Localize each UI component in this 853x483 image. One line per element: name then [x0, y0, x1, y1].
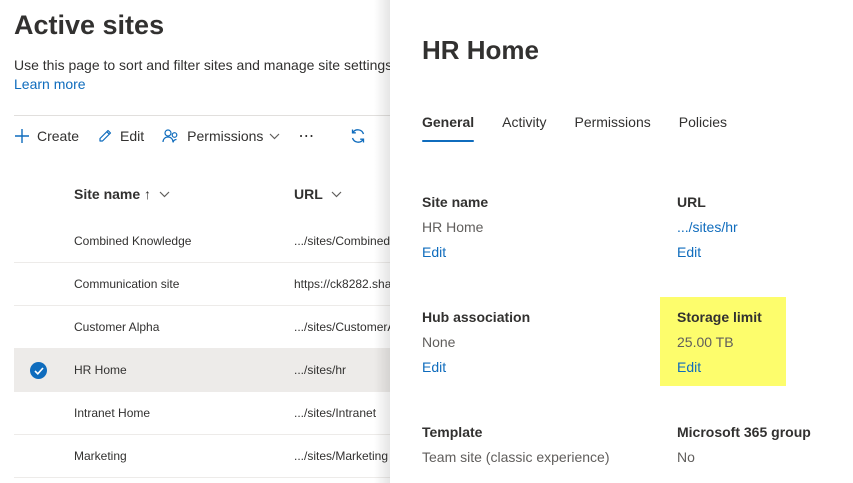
refresh-icon[interactable]: [349, 127, 367, 145]
url-label: URL: [677, 194, 706, 210]
table-row[interactable]: Intranet Home .../sites/Intranet: [14, 392, 404, 435]
table-row[interactable]: Combined Knowledge .../sites/Combined: [14, 220, 404, 263]
panel-tabs: General Activity Permissions Policies: [422, 114, 755, 142]
template-label: Template: [422, 424, 483, 440]
panel-shadow: [374, 0, 390, 483]
tab-general[interactable]: General: [422, 114, 475, 142]
column-header-url-label: URL: [294, 186, 323, 202]
site-url-cell: .../sites/hr: [294, 363, 347, 377]
row-selected-check-icon[interactable]: [30, 362, 47, 379]
hub-association-value: None: [422, 334, 456, 350]
column-header-url[interactable]: URL: [294, 186, 342, 202]
url-field: URL .../sites/hr Edit: [677, 194, 853, 260]
storage-limit-value: 25.00 TB: [677, 334, 734, 350]
page-title: Active sites: [14, 10, 165, 40]
permissions-button[interactable]: Permissions: [162, 128, 280, 144]
more-options-button[interactable]: ⋯: [298, 126, 315, 146]
hub-association-field: Hub association None Edit: [422, 309, 622, 375]
tab-activity[interactable]: Activity: [502, 114, 546, 142]
page-description: Use this page to sort and filter sites a…: [14, 57, 393, 73]
site-name-label: Site name: [422, 194, 489, 210]
storage-limit-field: Storage limit 25.00 TB Edit: [677, 309, 853, 375]
site-name-cell: Marketing: [74, 449, 127, 463]
panel-title: HR Home: [422, 35, 540, 65]
template-field: Template Team site (classic experience): [422, 424, 622, 474]
people-icon: [162, 129, 178, 143]
pencil-icon: [99, 129, 112, 142]
url-edit-link[interactable]: Edit: [677, 244, 853, 260]
table-row[interactable]: Communication site https://ck8282.sha: [14, 263, 404, 306]
m365-group-label: Microsoft 365 group: [677, 424, 811, 440]
site-name-cell: Customer Alpha: [74, 320, 160, 334]
tab-policies[interactable]: Policies: [679, 114, 727, 142]
table-row[interactable]: Marketing .../sites/Marketing: [14, 435, 404, 478]
command-bar-divider: [14, 115, 404, 116]
url-value-link[interactable]: .../sites/hr: [677, 219, 853, 244]
template-value: Team site (classic experience): [422, 449, 610, 465]
create-label: Create: [37, 128, 80, 144]
permissions-label: Permissions: [187, 128, 264, 144]
site-name-field: Site name HR Home Edit: [422, 194, 622, 260]
column-header-site-name-label: Site name ↑: [74, 186, 152, 202]
site-name-cell: Intranet Home: [74, 406, 151, 420]
storage-limit-edit-link[interactable]: Edit: [677, 359, 853, 375]
learn-more-link[interactable]: Learn more: [14, 76, 86, 92]
tab-permissions[interactable]: Permissions: [574, 114, 650, 142]
command-bar: Create Edit Permissions ⋯: [14, 124, 367, 148]
site-name-cell: Communication site: [74, 277, 180, 291]
hub-association-edit-link[interactable]: Edit: [422, 359, 622, 375]
chevron-down-icon: [331, 191, 342, 197]
table-row[interactable]: Customer Alpha .../sites/CustomerA: [14, 306, 404, 349]
site-name-value: HR Home: [422, 219, 484, 235]
create-button[interactable]: Create: [14, 128, 79, 144]
m365-group-value: No: [677, 449, 695, 465]
edit-label: Edit: [120, 128, 145, 144]
storage-limit-label: Storage limit: [677, 309, 762, 325]
table-row[interactable]: HR Home .../sites/hr: [14, 349, 404, 392]
hub-association-label: Hub association: [422, 309, 531, 325]
column-header-site-name[interactable]: Site name ↑: [74, 186, 170, 202]
chevron-down-icon: [159, 191, 170, 197]
site-details-panel: HR Home General Activity Permissions Pol…: [390, 0, 853, 483]
site-name-cell: HR Home: [74, 363, 127, 377]
site-name-cell: Combined Knowledge: [74, 234, 192, 248]
chevron-down-icon: [269, 133, 280, 139]
site-name-edit-link[interactable]: Edit: [422, 244, 622, 260]
site-url-cell: .../sites/Intranet: [294, 406, 377, 420]
edit-button[interactable]: Edit: [97, 128, 144, 144]
plus-icon: [15, 129, 29, 143]
m365-group-field: Microsoft 365 group No: [677, 424, 853, 474]
